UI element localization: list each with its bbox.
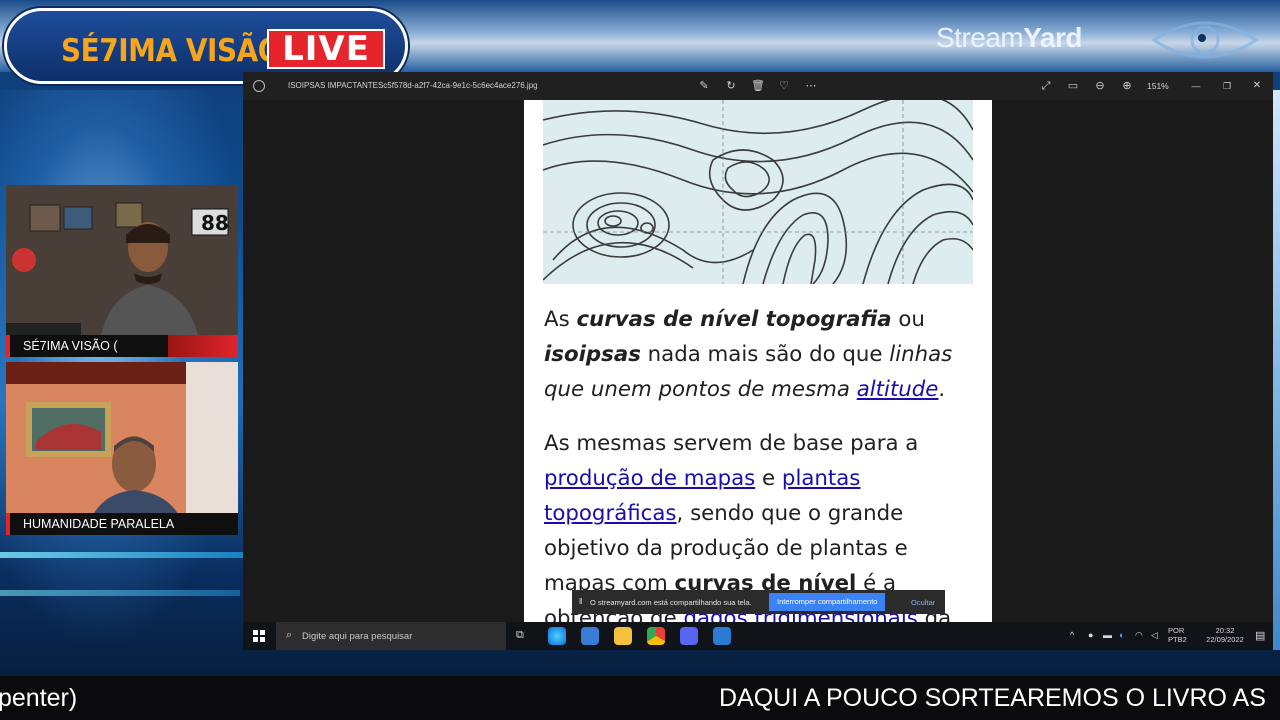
close-icon[interactable]: ✕ xyxy=(1250,79,1264,93)
lang-code: POR xyxy=(1168,626,1185,635)
guest-video xyxy=(6,362,238,535)
restore-icon[interactable]: ❐ xyxy=(1220,79,1234,93)
share-message: O streamyard.com está compartilhando sua… xyxy=(590,598,752,607)
rotate-icon[interactable]: ↻ xyxy=(724,79,738,93)
clock-time: 20:32 xyxy=(1215,626,1235,635)
edit-icon[interactable]: ✎ xyxy=(697,79,711,93)
ticker-text-right: DAQUI A POUCO SORTEAREMOS O LIVRO AS xyxy=(719,684,1266,712)
discord-icon[interactable] xyxy=(680,627,698,645)
article-image: As curvas de nível topografia ou isoipsa… xyxy=(524,100,992,622)
search-placeholder: Digite aqui para pesquisar xyxy=(302,631,413,642)
eye-icon xyxy=(1151,21,1259,59)
logo-text-part2: Yard xyxy=(1023,22,1082,53)
file-explorer-icon[interactable] xyxy=(614,627,632,645)
battery-icon[interactable]: ▬ xyxy=(1103,630,1112,640)
fit-icon[interactable]: ▭ xyxy=(1066,79,1080,93)
paragraph-1: As curvas de nível topografia ou isoipsa… xyxy=(544,302,964,407)
photos-app-icon xyxy=(253,80,265,92)
file-name: ISOIPSAS IMPACTANTESc5f578d-a2f7-42ca-9e… xyxy=(288,81,538,90)
text-run: e xyxy=(755,466,782,491)
camera-feed-host: 88 SÉ7IMA VISÃO ( Gilvan) xyxy=(6,185,238,357)
logo-text-part1: Stream xyxy=(936,22,1024,53)
image-canvas: As curvas de nível topografia ou isoipsa… xyxy=(243,100,1273,622)
text-run: As xyxy=(544,307,577,332)
streamyard-logo: StreamYard xyxy=(936,22,1082,54)
text-run: nada mais são do que xyxy=(640,342,890,367)
ticker-text-left: penter) xyxy=(0,684,78,712)
camera-feed-guest: HUMANIDADE PARALELA xyxy=(6,362,238,535)
clock[interactable]: 20:32 22/09/2022 xyxy=(1203,626,1247,644)
minimize-icon[interactable]: — xyxy=(1189,79,1203,93)
app-icon[interactable] xyxy=(581,627,599,645)
svg-text:88: 88 xyxy=(201,211,229,235)
zoom-out-icon[interactable]: ⊖ xyxy=(1093,79,1107,93)
pause-icon: ‖ xyxy=(579,597,583,606)
zoom-level[interactable]: 151% xyxy=(1147,81,1169,91)
text-run-bold-italic: curvas de nível topografia xyxy=(576,307,892,332)
title-bar: ISOIPSAS IMPACTANTESc5f578d-a2f7-42ca-9e… xyxy=(243,72,1273,100)
show-name: SÉ7IMA VISÃO xyxy=(61,33,281,69)
zoom-in-icon[interactable]: ⊕ xyxy=(1120,79,1134,93)
text-run-bold-italic: isoipsas xyxy=(544,342,641,367)
task-view-icon[interactable]: ⧉ xyxy=(516,629,524,642)
volume-icon[interactable]: ◁ xyxy=(1151,630,1158,641)
camera-label: SÉ7IMA VISÃO ( Gilvan) xyxy=(6,335,168,357)
chrome-icon[interactable] xyxy=(647,627,665,645)
expand-icon[interactable]: ⤢ xyxy=(1039,79,1053,93)
language-indicator[interactable]: POR PTB2 xyxy=(1168,626,1187,644)
windows-taskbar: ⌕ Digite aqui para pesquisar ⧉ ^ ● ▬ ◐ ◠… xyxy=(243,622,1273,650)
link-producao-de-mapas[interactable]: produção de mapas xyxy=(544,466,755,491)
host-video: 88 xyxy=(6,185,238,357)
camera-label-accent xyxy=(168,335,238,357)
text-run: As mesmas servem de base para a xyxy=(544,431,919,456)
delete-icon[interactable]: 🗑 xyxy=(751,79,765,93)
topographic-map-image xyxy=(543,100,973,284)
app-tray-icon[interactable]: ◐ xyxy=(1119,630,1124,640)
screen-share-notification: ‖ O streamyard.com está compartilhando s… xyxy=(572,590,945,614)
taskbar-search[interactable]: ⌕ Digite aqui para pesquisar xyxy=(276,622,506,650)
windows-start-icon[interactable] xyxy=(253,630,265,642)
photos-taskbar-icon[interactable] xyxy=(713,627,731,645)
favorite-icon[interactable]: ♡ xyxy=(777,79,791,93)
more-icon[interactable]: ⋯ xyxy=(804,79,818,93)
hide-button[interactable]: Ocultar xyxy=(911,598,935,607)
studio-stripe xyxy=(0,590,240,596)
news-ticker: penter) DAQUI A POUCO SORTEAREMOS O LIVR… xyxy=(0,676,1280,720)
text-run: . xyxy=(938,377,946,402)
photos-app-window: ISOIPSAS IMPACTANTESc5f578d-a2f7-42ca-9e… xyxy=(243,72,1273,650)
notifications-icon[interactable]: ▤ xyxy=(1255,629,1265,642)
tray-overflow-icon[interactable]: ^ xyxy=(1070,630,1074,640)
edge-icon[interactable] xyxy=(548,627,566,645)
clock-date: 22/09/2022 xyxy=(1206,635,1244,644)
stop-sharing-button[interactable]: Interromper compartilhamento xyxy=(769,593,886,611)
link-altitude[interactable]: altitude xyxy=(857,377,939,402)
article-text: As curvas de nível topografia ou isoipsa… xyxy=(544,302,964,622)
mic-icon[interactable]: ● xyxy=(1088,630,1093,640)
search-icon: ⌕ xyxy=(286,629,293,641)
camera-label: HUMANIDADE PARALELA xyxy=(6,513,238,535)
text-run: ou xyxy=(891,307,925,332)
wifi-icon[interactable]: ◠ xyxy=(1135,630,1143,641)
live-badge: LIVE xyxy=(267,29,385,69)
keyboard-layout: PTB2 xyxy=(1168,635,1187,644)
studio-stripe xyxy=(0,552,250,558)
